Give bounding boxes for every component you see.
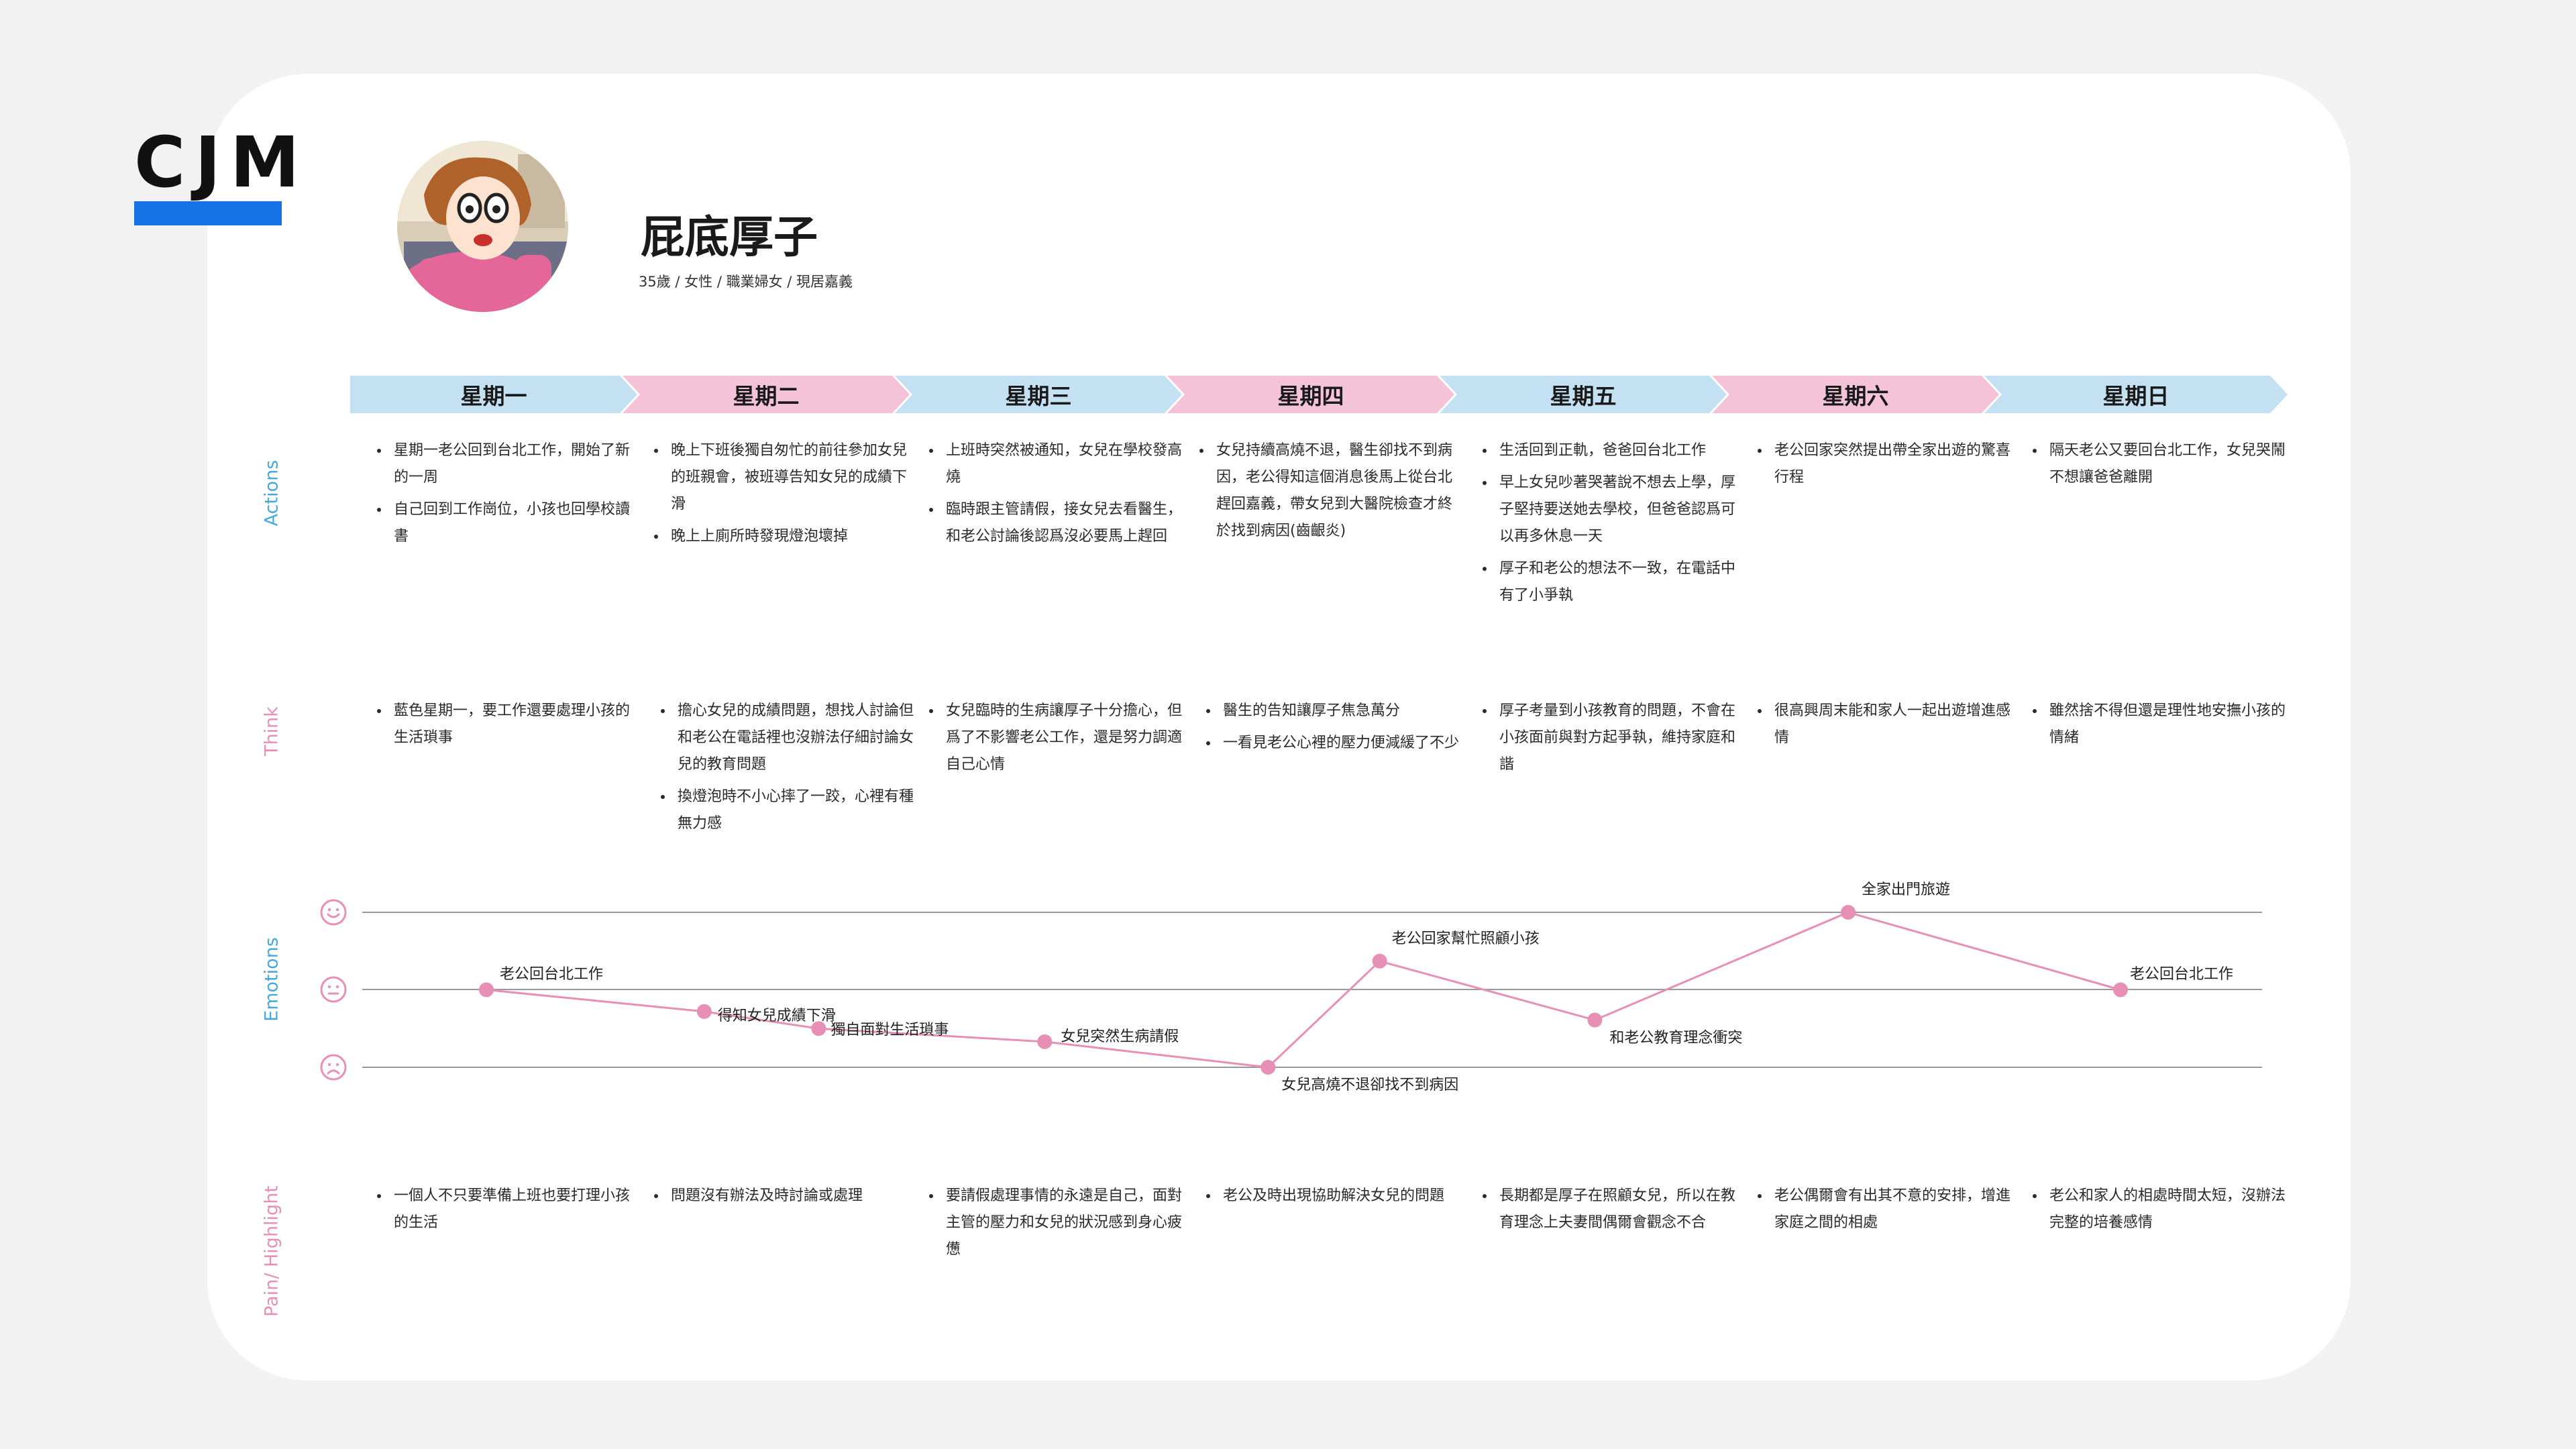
emotion-point [2113, 982, 2128, 998]
emotion-point-label: 女兒突然生病請假 [1061, 1028, 1179, 1045]
emotion-point-label: 和老公教育理念衝突 [1609, 1029, 1743, 1046]
list-item: 一個人不只要準備上班也要打理小孩的生活 [390, 1183, 638, 1236]
emotion-point [1372, 953, 1387, 969]
pain-cell-wed: 要請假處理事情的永遠是自己，面對主管的壓力和女兒的狀況感到身心疲憊 [922, 1183, 1190, 1269]
emotion-point [1841, 905, 1856, 920]
emotion-point [1587, 1012, 1603, 1028]
emotion-point-label: 全家出門旅遊 [1862, 881, 1951, 898]
pain-cell-tue: 問題沒有辦法及時討論或處理 [647, 1183, 915, 1215]
emotion-point [1037, 1034, 1053, 1049]
list-item: 老公及時出現協助解決女兒的問題 [1219, 1183, 1467, 1210]
pain-cell-mon: 一個人不只要準備上班也要打理小孩的生活 [370, 1183, 638, 1242]
list-item: 老公偶爾會有出其不意的安排，增進家庭之間的相處 [1770, 1183, 2019, 1236]
emotion-point [696, 1004, 712, 1019]
list-item: 老公和家人的相處時間太短，沒辦法完整的培養感情 [2045, 1183, 2294, 1236]
emotion-point-label: 女兒高燒不退卻找不到病因 [1281, 1077, 1459, 1093]
pain-cell-fri: 長期都是厚子在照顧女兒，所以在教育理念上夫妻間偶爾會觀念不合 [1476, 1183, 1743, 1242]
emotion-point-label: 獨自面對生活瑣事 [830, 1022, 949, 1039]
emotion-point [1260, 1060, 1276, 1075]
list-item: 長期都是厚子在照顧女兒，所以在教育理念上夫妻間偶爾會觀念不合 [1495, 1183, 1743, 1236]
pain-cell-sat: 老公偶爾會有出其不意的安排，增進家庭之間的相處 [1751, 1183, 2019, 1242]
emotion-point-label: 得知女兒成績下滑 [717, 1007, 836, 1024]
list-item: 要請假處理事情的永遠是自己，面對主管的壓力和女兒的狀況感到身心疲憊 [942, 1183, 1190, 1263]
emotion-point-label: 老公回家幫忙照顧小孩 [1391, 930, 1540, 947]
emotion-point-label: 老公回台北工作 [2130, 965, 2234, 983]
emotion-point [479, 982, 494, 998]
list-item: 問題沒有辦法及時討論或處理 [667, 1183, 915, 1210]
pain-cell-sun: 老公和家人的相處時間太短，沒辦法完整的培養感情 [2026, 1183, 2294, 1242]
emotion-point-label: 老公回台北工作 [500, 965, 604, 983]
pain-cell-thu: 老公及時出現協助解決女兒的問題 [1199, 1183, 1467, 1215]
